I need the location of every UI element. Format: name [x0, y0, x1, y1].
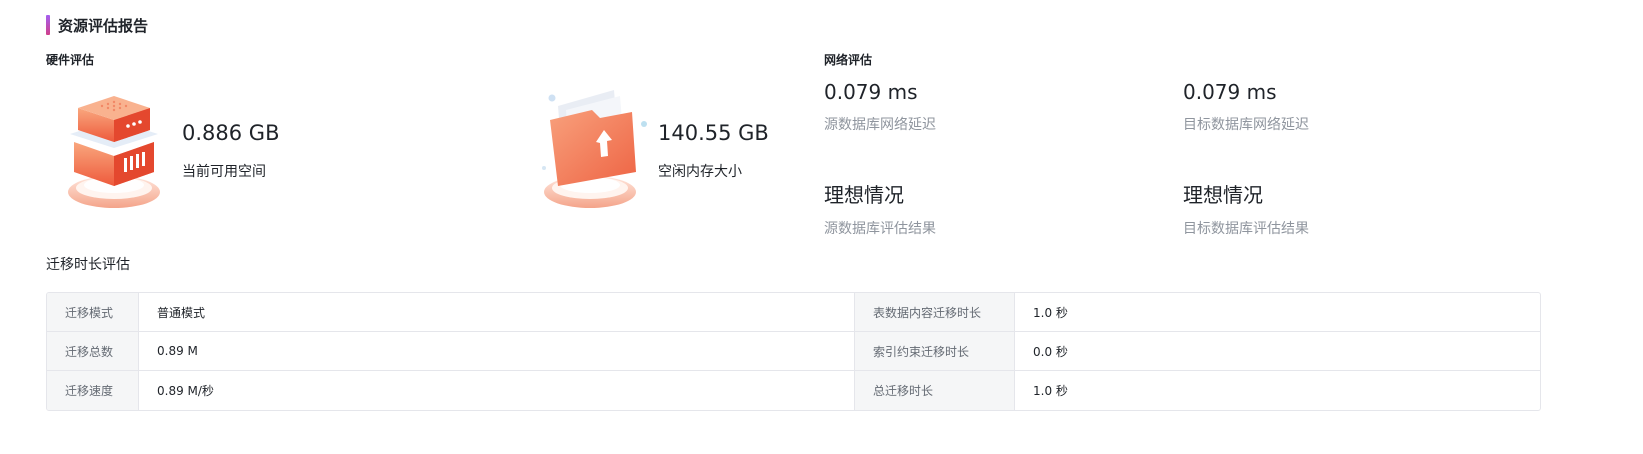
source-result-item: 理想情况 源数据库评估结果: [824, 179, 936, 238]
folder-upload-icon: [542, 90, 647, 208]
total-duration-value: 1.0 秒: [1033, 384, 1068, 398]
source-latency-label: 源数据库网络延迟: [824, 117, 936, 133]
table-data-duration-value: 1.0 秒: [1015, 293, 1540, 332]
server-stack-icon: [68, 96, 160, 208]
migration-table: 迁移模式 普通模式 表数据内容迁移时长 1.0 秒 迁移总数 0.89 M 索引…: [46, 292, 1541, 411]
source-result-label: 源数据库评估结果: [824, 221, 936, 237]
table-row: 迁移速度 0.89 M/秒 总迁移时长 1.0 秒: [47, 371, 1540, 410]
disk-space-info: 0.886 GB 当前可用空间: [182, 121, 279, 181]
target-result-item: 理想情况 目标数据库评估结果: [1183, 179, 1309, 238]
report-title: 资源评估报告: [46, 14, 148, 36]
free-memory-card: 140.55 GB 空闲内存大小: [540, 86, 769, 216]
source-latency-item: 0.079 ms 源数据库网络延迟: [824, 80, 936, 134]
index-constraint-duration-value: 0.0 秒: [1015, 332, 1540, 371]
migration-speed-value: 0.89 M/秒: [139, 371, 855, 410]
disk-space-label: 当前可用空间: [182, 164, 266, 180]
source-result-value: 理想情况: [824, 183, 904, 207]
free-memory-label: 空闲内存大小: [658, 164, 742, 180]
hardware-heading: 硬件评估: [46, 53, 95, 67]
network-heading: 网络评估: [824, 53, 873, 67]
migration-heading: 迁移时长评估: [46, 257, 130, 273]
free-memory-info: 140.55 GB 空闲内存大小: [658, 121, 769, 181]
target-result-label: 目标数据库评估结果: [1183, 221, 1309, 237]
free-memory-value: 140.55 GB: [658, 121, 769, 145]
migration-mode-value: 普通模式: [139, 293, 855, 332]
index-constraint-duration-label: 索引约束迁移时长: [855, 332, 1015, 371]
target-result-value: 理想情况: [1183, 183, 1263, 207]
target-latency-item: 0.079 ms 目标数据库网络延迟: [1183, 80, 1309, 134]
disk-space-card: 0.886 GB 当前可用空间: [64, 86, 279, 216]
migration-speed-label: 迁移速度: [47, 371, 139, 410]
target-latency-value: 0.079 ms: [1183, 80, 1277, 104]
total-duration-label: 总迁移时长: [855, 371, 1015, 410]
target-latency-label: 目标数据库网络延迟: [1183, 117, 1309, 133]
source-latency-value: 0.079 ms: [824, 80, 918, 104]
table-row: 迁移总数 0.89 M 索引约束迁移时长 0.0 秒: [47, 332, 1540, 371]
table-row: 迁移模式 普通模式 表数据内容迁移时长 1.0 秒: [47, 293, 1540, 332]
title-accent-bar: [46, 15, 50, 35]
table-data-duration-label: 表数据内容迁移时长: [855, 293, 1015, 332]
report-title-text: 资源评估报告: [58, 16, 149, 35]
migration-mode-label: 迁移模式: [47, 293, 139, 332]
disk-space-value: 0.886 GB: [182, 121, 280, 145]
migration-total-label: 迁移总数: [47, 332, 139, 371]
migration-total-value: 0.89 M: [139, 332, 855, 371]
